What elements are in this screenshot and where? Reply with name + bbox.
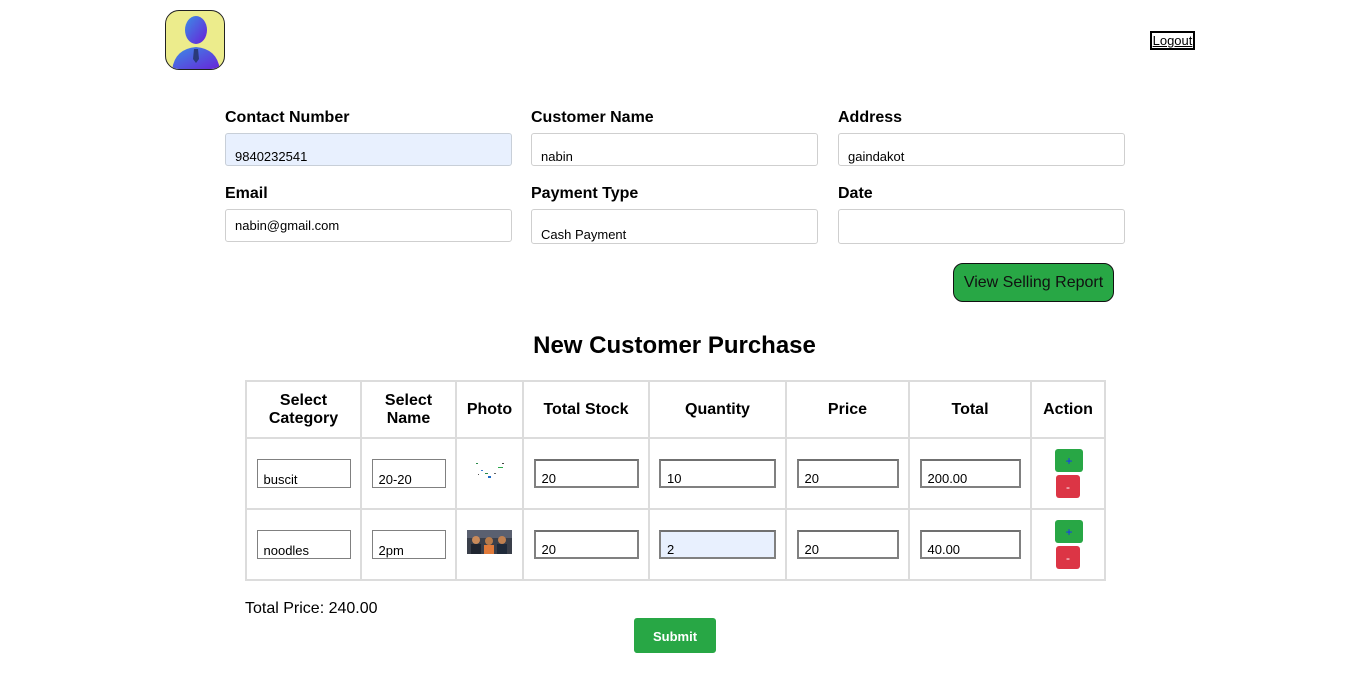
total-stock-input[interactable]: 20 — [533, 530, 639, 559]
header-select-name: Select Name — [360, 380, 457, 439]
total-cell: 40.00 — [908, 508, 1032, 581]
total-cell: 200.00 — [908, 437, 1032, 510]
price-value: 20 — [804, 471, 819, 486]
total-stock-input[interactable]: 20 — [533, 459, 639, 488]
quantity-cell: 2 — [648, 508, 787, 581]
contact-number-label: Contact Number — [225, 109, 350, 126]
view-selling-report-button[interactable]: View Selling Report — [953, 263, 1114, 302]
address-value: gaindakot — [848, 149, 905, 164]
category-select[interactable]: buscit — [256, 459, 351, 488]
header-price: Price — [785, 380, 910, 439]
header-category-line2: Category — [268, 409, 339, 427]
category-cell: buscit — [245, 437, 362, 510]
header-quantity: Quantity — [648, 380, 787, 439]
total-stock-value: 20 — [541, 471, 556, 486]
customer-name-field[interactable]: nabin — [531, 133, 818, 166]
action-cell: + - — [1030, 437, 1106, 510]
action-cell: + - — [1030, 508, 1106, 581]
email-value: nabin@gmail.com — [235, 218, 340, 233]
total-input[interactable]: 40.00 — [919, 530, 1021, 559]
purchase-table: Select Category Select Name Photo Total … — [245, 380, 1106, 581]
name-select[interactable]: 20-20 — [371, 459, 446, 488]
total-stock-value: 20 — [541, 542, 556, 557]
header-select-category: Select Category — [245, 380, 362, 439]
total-stock-cell: 20 — [522, 508, 650, 581]
price-cell: 20 — [785, 508, 910, 581]
header-action: Action — [1030, 380, 1106, 439]
increase-button[interactable]: + — [1055, 520, 1083, 543]
category-value: buscit — [263, 472, 298, 487]
quantity-input[interactable]: 2 — [659, 530, 776, 559]
total-value: 40.00 — [927, 542, 961, 557]
photo-cell — [455, 437, 524, 510]
increase-button[interactable]: + — [1055, 449, 1083, 472]
name-value: 2pm — [378, 543, 404, 558]
header-name-line1: Select — [384, 391, 433, 409]
decrease-button[interactable]: - — [1056, 546, 1080, 569]
price-input[interactable]: 20 — [796, 459, 899, 488]
total-stock-cell: 20 — [522, 437, 650, 510]
price-value: 20 — [804, 542, 819, 557]
submit-button[interactable]: Submit — [634, 618, 716, 653]
header-total-stock: Total Stock — [522, 380, 650, 439]
quantity-input[interactable]: 10 — [659, 459, 776, 488]
payment-type-select[interactable]: Cash Payment — [531, 209, 818, 244]
decrease-button[interactable]: - — [1056, 475, 1080, 498]
email-label: Email — [225, 185, 268, 202]
customer-name-value: nabin — [541, 149, 573, 164]
address-field[interactable]: gaindakot — [838, 133, 1125, 166]
category-cell: noodles — [245, 508, 362, 581]
logout-button[interactable]: Logout — [1150, 31, 1195, 50]
table-row: buscit 20-20 20 10 20 200.00 + - — [245, 437, 1106, 510]
total-input[interactable]: 200.00 — [919, 459, 1021, 488]
contact-number-value: 9840232541 — [235, 149, 308, 164]
header-name-line2: Name — [386, 409, 431, 427]
header-total: Total — [908, 380, 1032, 439]
date-label: Date — [838, 185, 873, 202]
quantity-value: 2 — [667, 542, 675, 557]
table-row: noodles 2pm 20 2 20 40.00 + - — [245, 508, 1106, 581]
category-select[interactable]: noodles — [256, 530, 351, 559]
name-cell: 20-20 — [360, 437, 457, 510]
total-value: 200.00 — [927, 471, 968, 486]
email-field[interactable]: nabin@gmail.com — [225, 209, 512, 242]
total-price: Total Price: 240.00 — [245, 600, 378, 617]
date-field[interactable] — [838, 209, 1125, 244]
category-value: noodles — [263, 543, 310, 558]
photo-cell — [455, 508, 524, 581]
quantity-value: 10 — [667, 471, 682, 486]
address-label: Address — [838, 109, 903, 126]
table-header-row: Select Category Select Name Photo Total … — [245, 380, 1106, 439]
price-input[interactable]: 20 — [796, 530, 899, 559]
user-avatar-icon — [165, 10, 225, 70]
quantity-cell: 10 — [648, 437, 787, 510]
price-cell: 20 — [785, 437, 910, 510]
name-cell: 2pm — [360, 508, 457, 581]
payment-type-label: Payment Type — [531, 185, 639, 202]
customer-name-label: Customer Name — [531, 109, 654, 126]
header-category-line1: Select — [279, 391, 328, 409]
section-title: New Customer Purchase — [533, 332, 816, 359]
contact-number-field[interactable]: 9840232541 — [225, 133, 512, 166]
payment-type-value: Cash Payment — [541, 227, 627, 242]
name-select[interactable]: 2pm — [371, 530, 446, 559]
product-photo — [467, 530, 512, 559]
product-photo — [471, 459, 508, 488]
name-value: 20-20 — [378, 472, 412, 487]
header-photo: Photo — [455, 380, 524, 439]
